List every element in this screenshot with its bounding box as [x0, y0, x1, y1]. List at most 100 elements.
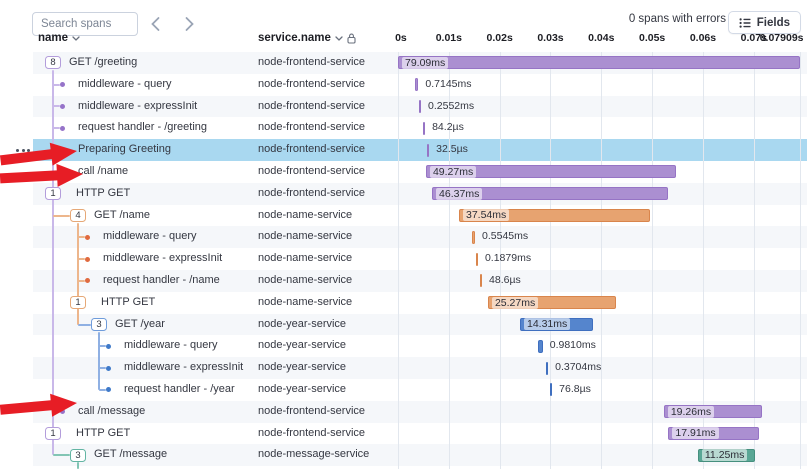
span-row[interactable]: middleware - expressInitnode-year-servic…: [0, 357, 807, 379]
span-service-name: node-year-service: [258, 357, 346, 379]
span-row[interactable]: request handler - /name node-name-service…: [0, 270, 807, 292]
span-bar: [427, 144, 429, 157]
span-row[interactable]: call /messagenode-frontend-service19.26m…: [0, 401, 807, 423]
span-duration-label: 14.31ms: [524, 318, 570, 330]
span-count-badge[interactable]: 4: [70, 209, 86, 222]
tree-stub: [53, 171, 60, 173]
span-row[interactable]: middleware - expressInit node-frontend-se…: [0, 96, 807, 118]
span-row[interactable]: middleware - query node-name-service 0.554…: [0, 226, 807, 248]
span-name: GET /message: [94, 444, 167, 466]
span-count-badge[interactable]: 1: [70, 296, 86, 309]
axis-tick-label: 0s: [395, 32, 407, 44]
column-header-service-name[interactable]: service.name: [258, 32, 356, 44]
span-name: Preparing Greeting: [78, 139, 171, 161]
span-name: middleware - query: [103, 226, 197, 248]
span-row[interactable]: request handler - /greetingnode-frontend…: [0, 117, 807, 139]
span-dot-icon: [85, 278, 90, 283]
span-duration-label: 46.37ms: [436, 188, 482, 200]
span-row[interactable]: 3GET /yearnode-year-service14.31ms: [0, 314, 807, 336]
span-duration-label: 84.2µs: [432, 117, 464, 139]
span-row[interactable]: 8GET /greetingnode-frontend-service79.09…: [0, 52, 807, 74]
span-bar: 46.37ms: [432, 187, 668, 200]
span-name: middleware - query: [78, 74, 172, 96]
chevron-down-icon: [335, 36, 343, 41]
span-duration-label: 49.27ms: [430, 166, 476, 178]
span-count-badge[interactable]: 8: [45, 56, 61, 69]
span-dot-icon: [106, 366, 111, 371]
tree-stub: [78, 258, 85, 260]
span-count-badge[interactable]: 3: [70, 449, 86, 462]
span-row[interactable]: middleware - querynode-year-service0.981…: [0, 335, 807, 357]
span-actions-button[interactable]: [16, 149, 30, 152]
axis-tick-label: 0.07909s: [760, 32, 804, 44]
lock-icon: [347, 33, 356, 44]
span-bar: 11.25ms: [698, 449, 755, 462]
span-rows: 8 GET /greeting node-frontend-service 79.09…: [0, 52, 807, 469]
span-service-name: node-name-service: [258, 270, 352, 292]
span-service-name: node-year-service: [258, 335, 346, 357]
span-row[interactable]: request handler - /yearnode-year-service…: [0, 379, 807, 401]
span-row[interactable]: middleware - expressInitnode-name-servic…: [0, 248, 807, 270]
span-row[interactable]: 4 GET /name node-name-service 37.54ms: [0, 205, 807, 227]
span-duration-label: 0.5545ms: [482, 226, 528, 248]
span-name: GET /name: [94, 205, 150, 227]
span-bar: [476, 253, 478, 266]
span-name: HTTP GET: [101, 292, 155, 314]
span-count-badge[interactable]: 3: [91, 318, 107, 331]
span-duration-label: 79.09ms: [402, 57, 448, 69]
span-name: request handler - /name: [103, 270, 220, 292]
column-header-name[interactable]: name: [38, 32, 80, 44]
span-dot-icon: [106, 344, 111, 349]
span-bar: 79.09ms: [398, 56, 800, 69]
span-count-badge[interactable]: 1: [45, 187, 61, 200]
span-row[interactable]: call /namenode-frontend-service49.27ms: [0, 161, 807, 183]
span-bar: 25.27ms: [488, 296, 616, 309]
tree-stub: [78, 236, 85, 238]
span-duration-label: 76.8µs: [559, 379, 591, 401]
span-row[interactable]: 1HTTP GETnode-frontend-service46.37ms: [0, 183, 807, 205]
axis-tick-label: 0.01s: [436, 32, 462, 44]
span-name: call /message: [78, 401, 145, 423]
spans-with-errors-count: 0 spans with errors: [629, 13, 726, 25]
span-row[interactable]: middleware - querynode-frontend-service0…: [0, 74, 807, 96]
span-service-name: node-frontend-service: [258, 139, 365, 161]
span-duration-label: 11.25ms: [702, 449, 748, 461]
span-name: middleware - expressInit: [103, 248, 222, 270]
span-row[interactable]: Preparing Greeting node-frontend-service 3…: [0, 139, 807, 161]
span-dot-icon: [60, 169, 65, 174]
tree-stub: [99, 389, 106, 391]
span-name: middleware - expressInit: [78, 96, 197, 118]
span-name: middleware - query: [124, 335, 218, 357]
span-service-name: node-message-service: [258, 444, 369, 466]
axis-tick-label: 0.02s: [487, 32, 513, 44]
span-duration-label: 37.54ms: [463, 209, 509, 221]
span-service-name: node-name-service: [258, 292, 352, 314]
span-service-name: node-name-service: [258, 226, 352, 248]
span-bar: [423, 122, 425, 135]
span-row[interactable]: 1 HTTP GET node-name-service 25.27ms: [0, 292, 807, 314]
span-service-name: node-name-service: [258, 205, 352, 227]
fields-icon: [739, 17, 751, 29]
span-row[interactable]: 1HTTP GETnode-frontend-service17.91ms: [0, 423, 807, 445]
axis-tick-label: 0.04s: [588, 32, 614, 44]
span-bar: [550, 383, 552, 396]
span-duration-label: 19.26ms: [668, 406, 714, 418]
span-service-name: node-frontend-service: [258, 423, 365, 445]
span-row[interactable]: 3 GET /message node-message-service 11.25ms: [0, 444, 807, 466]
tree-stub: [78, 280, 85, 282]
tree-stub: [53, 411, 60, 413]
span-bar: [419, 100, 421, 113]
axis-tick-label: 0.06s: [690, 32, 716, 44]
span-duration-label: 32.5µs: [436, 139, 468, 161]
span-service-name: node-frontend-service: [258, 74, 365, 96]
axis-tick-label: 0.05s: [639, 32, 665, 44]
span-name: HTTP GET: [76, 423, 130, 445]
span-count-badge[interactable]: 1: [45, 427, 61, 440]
span-bar: [415, 78, 419, 91]
span-duration-label: 0.2552ms: [428, 96, 474, 118]
span-name: GET /greeting: [69, 52, 137, 74]
span-duration-label: 48.6µs: [489, 270, 521, 292]
span-dot-icon: [60, 148, 65, 153]
axis-tick-label: 0.03s: [537, 32, 563, 44]
span-service-name: node-frontend-service: [258, 96, 365, 118]
